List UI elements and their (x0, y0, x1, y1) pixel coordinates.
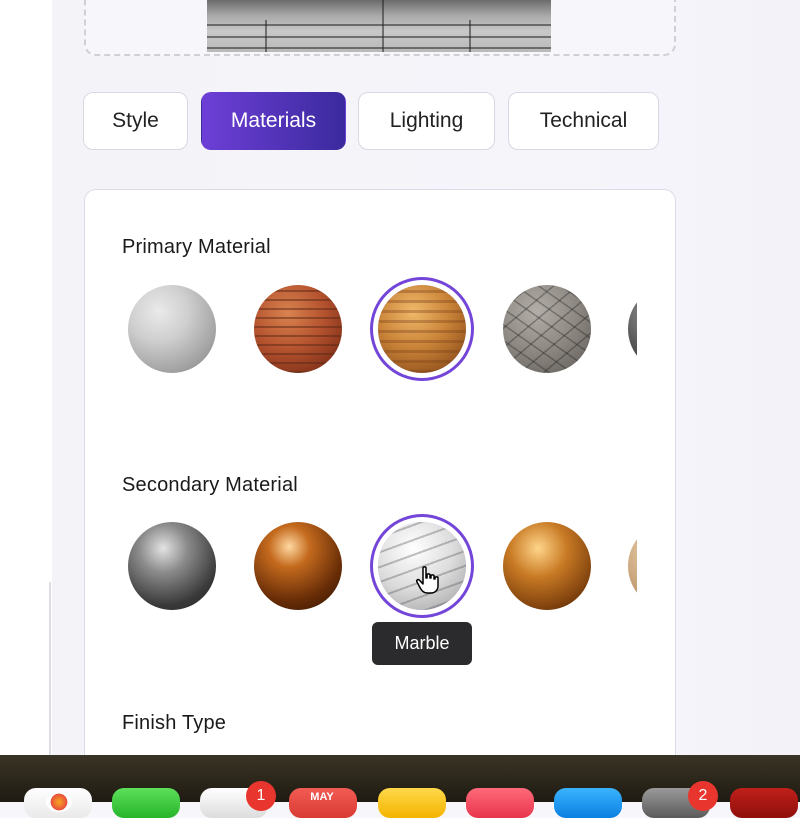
primary-material-label: Primary Material (122, 236, 271, 258)
red-app-icon[interactable] (730, 788, 798, 818)
swatch-brick[interactable] (254, 285, 342, 373)
finish-type-label: Finish Type (122, 712, 227, 734)
notes-app-icon[interactable] (378, 788, 446, 818)
photos-app-icon[interactable] (24, 788, 92, 818)
mail-badge: 1 (246, 781, 276, 811)
swatch-stone[interactable] (503, 285, 591, 373)
tab-technical[interactable]: Technical (508, 92, 659, 150)
swatch-ash-wood[interactable] (628, 522, 637, 610)
hand-pointer-cursor-icon (416, 566, 439, 594)
uploaded-image-preview (207, 0, 551, 52)
swatch-dark-metal[interactable] (628, 285, 637, 373)
app-store-icon[interactable] (554, 788, 622, 818)
music-app-icon[interactable] (466, 788, 534, 818)
primary-material-row (120, 274, 637, 384)
secondary-material-row (120, 511, 637, 621)
swatch-steel[interactable] (128, 522, 216, 610)
left-sidebar (0, 0, 52, 755)
tab-style[interactable]: Style (83, 92, 188, 150)
settings-badge: 2 (688, 781, 718, 811)
swatch-concrete[interactable] (128, 285, 216, 373)
swatch-wood-selected[interactable] (378, 285, 466, 373)
sidebar-divider (49, 582, 51, 755)
material-tooltip: Marble (372, 622, 472, 665)
calendar-month-label: MAY (310, 791, 334, 803)
swatch-copper[interactable] (254, 522, 342, 610)
messages-app-icon[interactable] (112, 788, 180, 818)
tab-lighting[interactable]: Lighting (358, 92, 495, 150)
tab-materials[interactable]: Materials (201, 92, 346, 150)
swatch-bronze[interactable] (503, 522, 591, 610)
secondary-material-label: Secondary Material (122, 474, 298, 496)
